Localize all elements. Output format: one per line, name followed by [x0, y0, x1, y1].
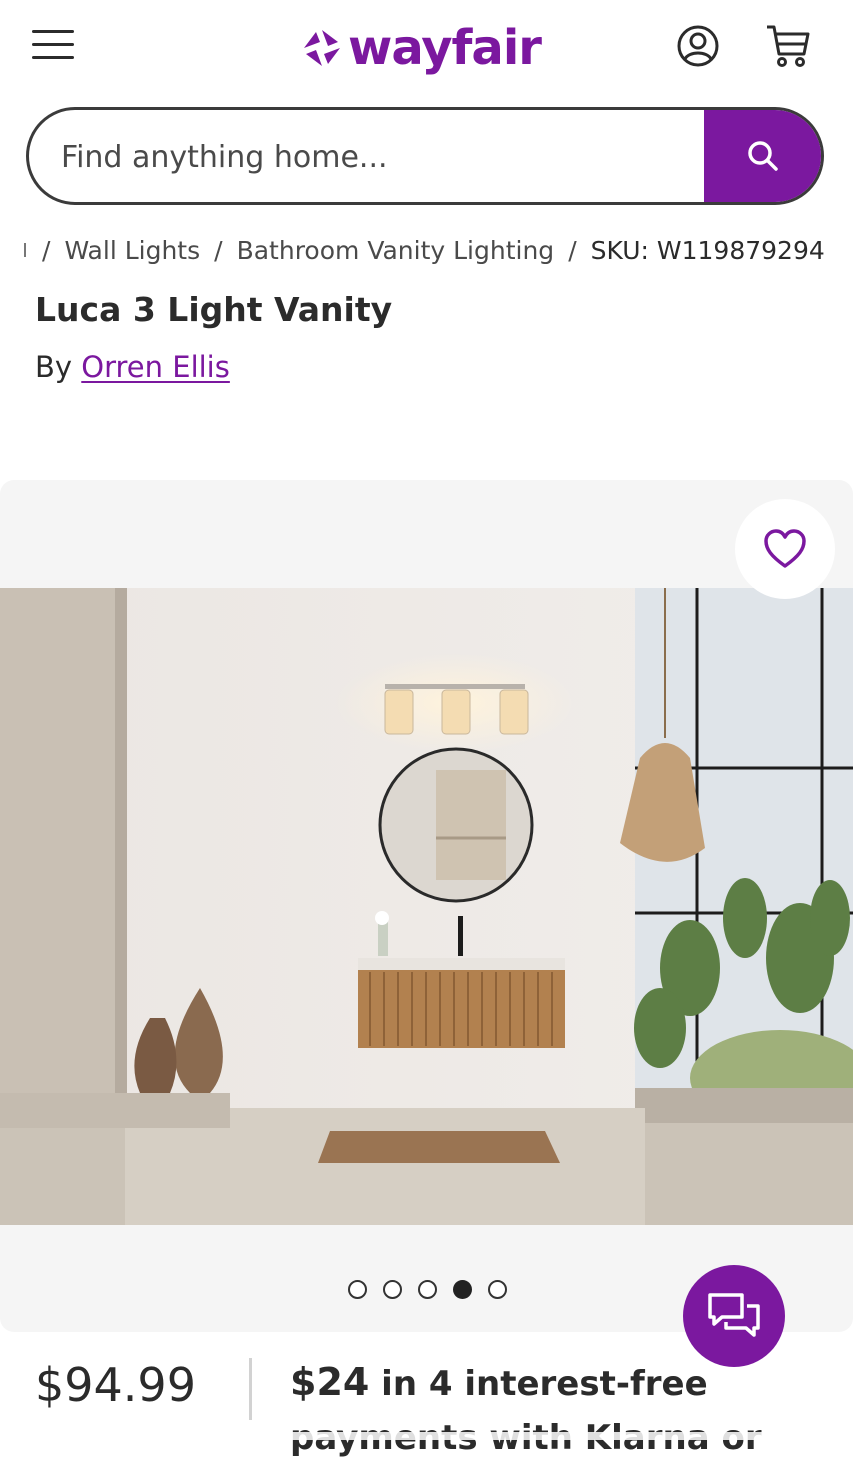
heart-icon — [764, 529, 806, 568]
cart-icon — [767, 25, 810, 67]
by-label: By — [35, 350, 73, 384]
account-icon — [677, 25, 719, 67]
product-photo — [0, 588, 853, 1225]
chat-bubbles-icon — [708, 1293, 760, 1337]
gallery-dot-2[interactable] — [383, 1280, 402, 1299]
gallery-dot-5[interactable] — [488, 1280, 507, 1299]
breadcrumb: / Wall Lights / Bathroom Vanity Lighting… — [24, 232, 825, 268]
favorite-button[interactable] — [735, 499, 835, 599]
menu-button[interactable] — [30, 26, 76, 64]
product-byline: By Orren Ellis — [35, 350, 230, 384]
breadcrumb-link-bathroom-vanity-lighting[interactable]: Bathroom Vanity Lighting — [237, 236, 555, 265]
installment-amount: $24 — [290, 1360, 370, 1404]
search-input[interactable] — [59, 110, 703, 202]
wayfair-logo[interactable]: wayfair — [300, 18, 542, 78]
account-button[interactable] — [676, 24, 720, 68]
brand-link[interactable]: Orren Ellis — [81, 350, 230, 384]
search-icon — [747, 141, 778, 171]
bottom-edge — [0, 1432, 853, 1440]
hamburger-menu-icon — [32, 30, 74, 33]
product-price: $94.99 — [35, 1358, 196, 1412]
price-divider — [249, 1358, 252, 1420]
chat-button[interactable] — [683, 1265, 785, 1367]
breadcrumb-truncation — [24, 243, 26, 257]
gallery-pagination — [348, 1280, 507, 1302]
installment-info: $24 in 4 interest-free — [290, 1360, 708, 1404]
product-image[interactable] — [0, 588, 853, 1225]
logo-text: wayfair — [348, 20, 542, 76]
breadcrumb-sku: SKU: W119879294 — [590, 235, 825, 265]
gallery-dot-4[interactable] — [453, 1280, 472, 1299]
cart-button[interactable] — [764, 22, 812, 68]
gallery-dot-3[interactable] — [418, 1280, 437, 1299]
search-bar — [26, 107, 824, 205]
search-button[interactable] — [704, 110, 821, 202]
gallery-dot-1[interactable] — [348, 1280, 367, 1299]
product-title: Luca 3 Light Vanity — [35, 290, 393, 329]
logo-mark-icon — [304, 30, 340, 66]
breadcrumb-link-wall-lights[interactable]: Wall Lights — [64, 236, 200, 265]
installment-text: in 4 interest-free — [369, 1364, 708, 1404]
